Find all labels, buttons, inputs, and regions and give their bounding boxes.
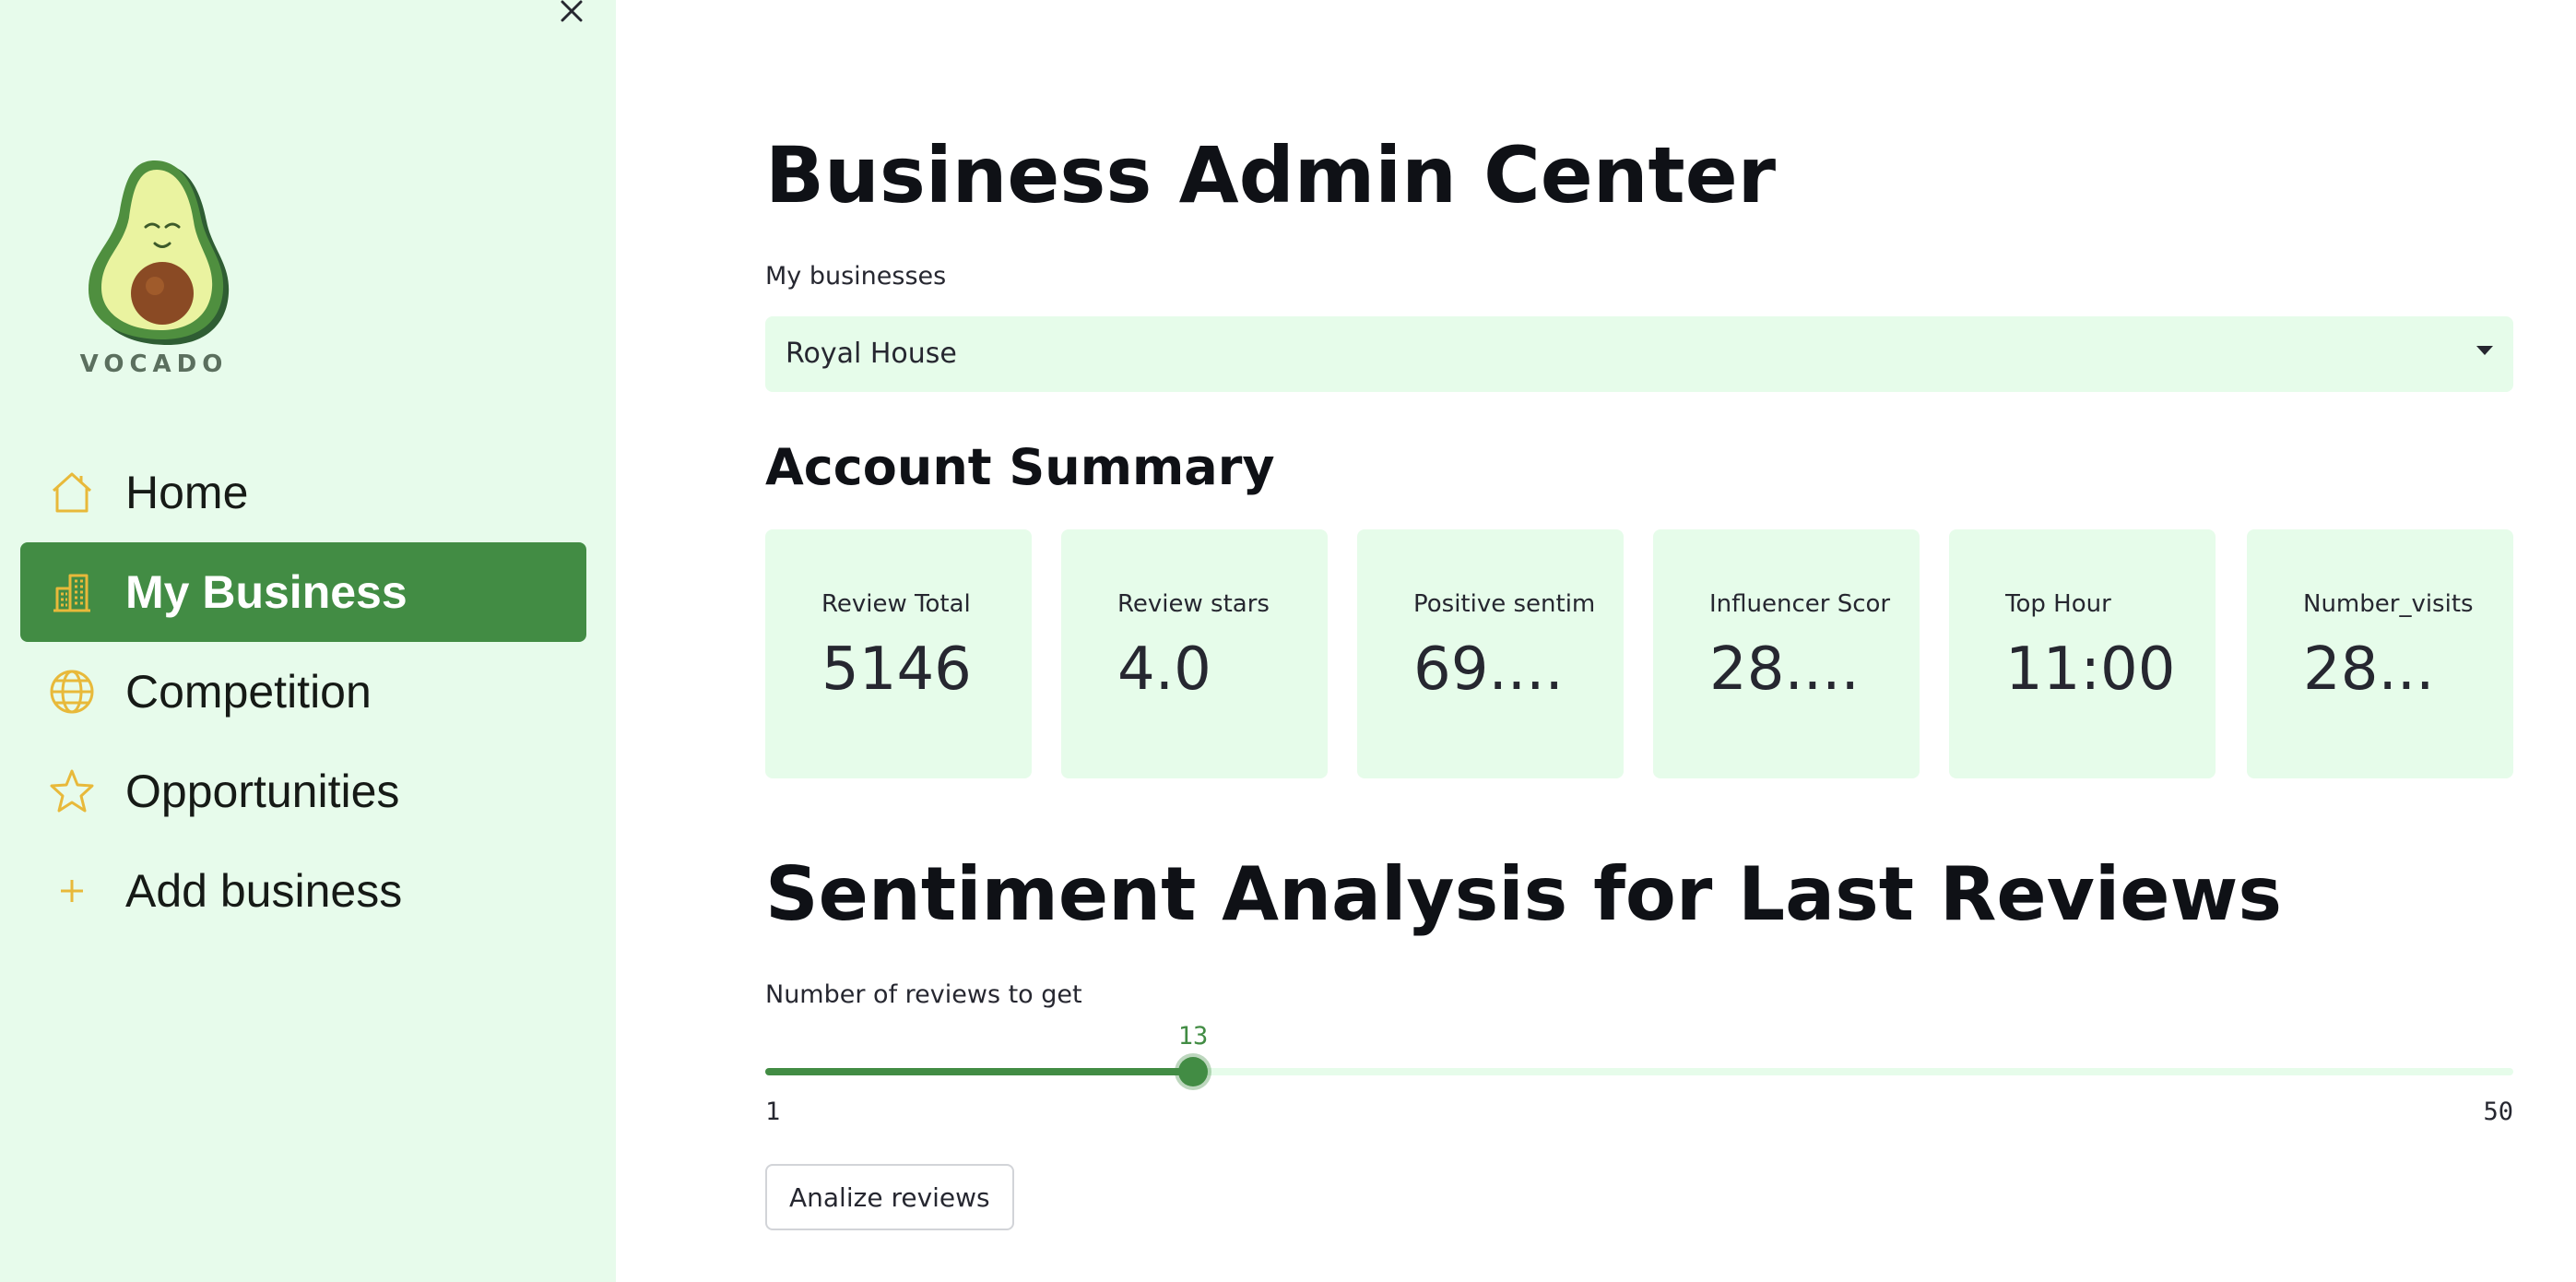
metric-label: Number_visits [2303, 590, 2474, 618]
vocado-logo: VOCADO [76, 155, 232, 386]
page-title: Business Admin Center [765, 130, 1777, 220]
metric-label: Review stars [1117, 590, 1270, 618]
business-select-value: Royal House [786, 338, 957, 370]
slider-track[interactable] [765, 1068, 2513, 1075]
sidebar-item-label: Add business [125, 865, 403, 917]
business-select-label: My businesses [765, 262, 947, 291]
app-root: VOCADO Home My Business Competition Oppo… [0, 0, 2576, 1282]
plus-icon [61, 880, 83, 902]
metric-label: Review Total [821, 590, 971, 618]
metric-card-influencer-score: Influencer Scor 28.... [1653, 529, 1920, 778]
metric-label: Top Hour [2005, 590, 2111, 618]
logo-text: VOCADO [79, 350, 229, 378]
metrics-row: Review Total 5146 Review stars 4.0 Posit… [765, 529, 2513, 778]
analyze-reviews-button[interactable]: Analize reviews [765, 1164, 1014, 1230]
close-sidebar-button[interactable] [551, 0, 592, 31]
slider-fill [765, 1068, 1193, 1075]
account-summary-title: Account Summary [765, 438, 1275, 496]
sidebar: VOCADO Home My Business Competition Oppo… [0, 0, 616, 1282]
metric-value: 5146 [821, 635, 972, 704]
sidebar-item-competition[interactable]: Competition [20, 642, 586, 742]
metric-value: 69.... [1413, 635, 1564, 704]
sidebar-item-opportunities[interactable]: Opportunities [20, 742, 586, 841]
sidebar-nav: Home My Business Competition Opportuniti… [20, 443, 586, 941]
reviews-slider-label: Number of reviews to get [765, 980, 1082, 1009]
metric-card-review-stars: Review stars 4.0 [1061, 529, 1328, 778]
metric-label: Positive sentim [1413, 590, 1596, 618]
metric-label: Influencer Scor [1709, 590, 1891, 618]
globe-icon [50, 670, 94, 714]
sidebar-item-my-business[interactable]: My Business [20, 542, 586, 642]
sidebar-item-home[interactable]: Home [20, 443, 586, 542]
business-select[interactable]: Royal House [765, 316, 2513, 392]
house-icon [52, 472, 92, 513]
metric-card-positive-sentiment: Positive sentim 69.... [1357, 529, 1624, 778]
slider-value: 13 [1177, 1022, 1209, 1051]
avocado-icon [89, 160, 230, 345]
reviews-slider[interactable]: 13 [765, 1022, 2513, 1114]
sidebar-item-label: My Business [125, 566, 408, 618]
sidebar-item-label: Home [125, 467, 249, 518]
buildings-icon [53, 574, 90, 612]
metric-value: 28.... [1709, 635, 1860, 704]
caret-down-icon [2476, 346, 2493, 355]
slider-thumb[interactable] [1178, 1057, 1208, 1086]
metric-card-review-total: Review Total 5146 [765, 529, 1032, 778]
metric-value: 28... [2303, 635, 2435, 704]
sentiment-section-title: Sentiment Analysis for Last Reviews [765, 851, 2283, 937]
sidebar-item-label: Competition [125, 666, 372, 718]
main-content: Business Admin Center My businesses Roya… [765, 0, 2513, 1282]
metric-value: 11:00 [2005, 635, 2176, 704]
close-icon [561, 0, 583, 22]
slider-min-label: 1 [765, 1098, 781, 1126]
star-icon [50, 769, 94, 813]
metric-card-top-hour: Top Hour 11:00 [1949, 529, 2216, 778]
sidebar-item-label: Opportunities [125, 766, 400, 817]
sidebar-item-add-business[interactable]: Add business [20, 841, 586, 941]
metric-value: 4.0 [1117, 635, 1211, 704]
metric-card-number-visits: Number_visits 28... [2247, 529, 2513, 778]
slider-max-label: 50 [2483, 1098, 2513, 1126]
